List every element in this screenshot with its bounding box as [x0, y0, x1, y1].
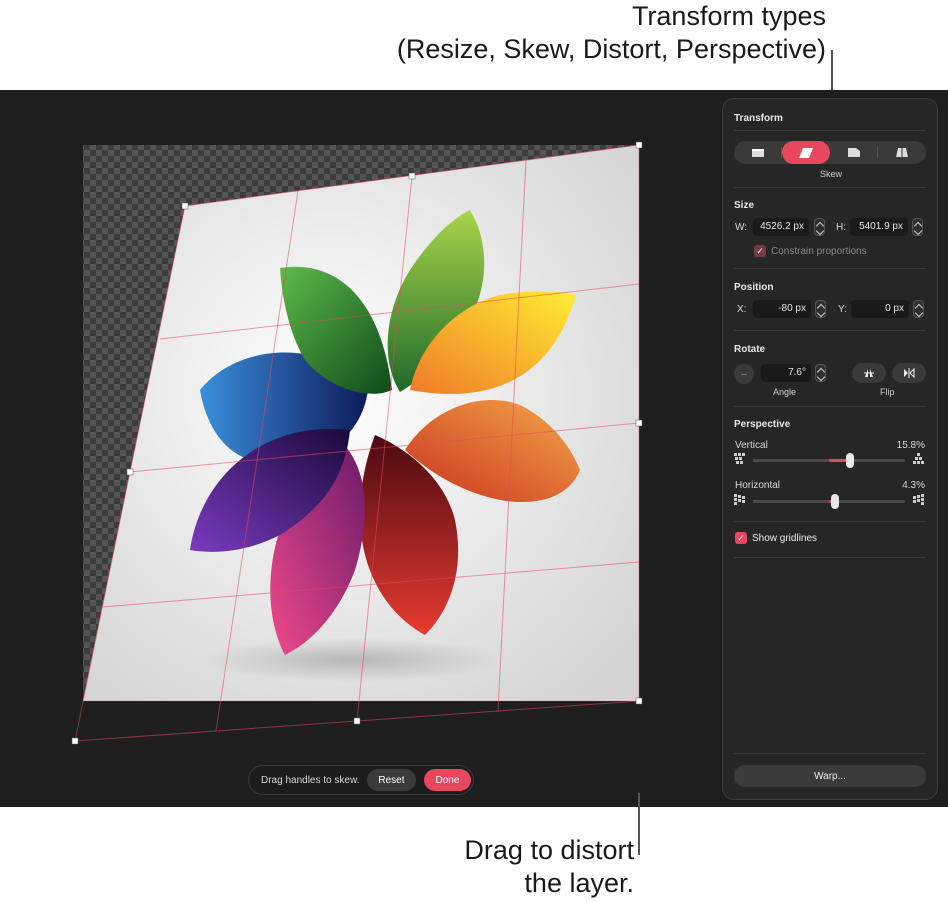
- transform-panel: Transform Skew Size W: H:: [722, 98, 938, 800]
- transform-type-segmented: [734, 141, 926, 164]
- y-label: Y:: [838, 304, 847, 315]
- vertical-perspective-max-icon: [913, 453, 924, 464]
- divider: [734, 521, 926, 522]
- y-stepper[interactable]: [913, 300, 924, 318]
- canvas-svg[interactable]: [0, 90, 720, 807]
- horizontal-label: Horizontal: [735, 480, 781, 491]
- distort-icon: [848, 148, 860, 157]
- horizontal-slider-thumb[interactable]: [830, 494, 839, 509]
- width-stepper[interactable]: [814, 218, 825, 236]
- callout-top-line2: (Resize, Skew, Distort, Perspective): [396, 34, 826, 64]
- height-label: H:: [836, 222, 846, 233]
- skew-icon: [799, 147, 813, 158]
- callout-bottom-leader: [638, 793, 640, 855]
- flip-horizontal-button[interactable]: [892, 363, 926, 383]
- show-gridlines-label: Show gridlines: [752, 533, 818, 544]
- constrain-label: Constrain proportions: [771, 246, 867, 257]
- x-label: X:: [737, 304, 747, 315]
- handle-top-left[interactable]: [181, 202, 189, 210]
- callout-drag-distort: Drag to distort the layer.: [464, 834, 634, 900]
- callout-top-line1: Transform types: [631, 1, 826, 31]
- divider: [734, 330, 926, 331]
- divider: [734, 753, 926, 754]
- handle-bottom-left[interactable]: [71, 737, 79, 745]
- angle-stepper[interactable]: [815, 364, 826, 382]
- done-button[interactable]: Done: [423, 769, 472, 791]
- perspective-section-title: Perspective: [734, 419, 791, 430]
- width-field[interactable]: [753, 218, 809, 236]
- vertical-label: Vertical: [735, 440, 768, 451]
- x-field[interactable]: [753, 300, 811, 318]
- y-field[interactable]: [851, 300, 909, 318]
- x-stepper[interactable]: [815, 300, 826, 318]
- constrain-checkbox[interactable]: ✓: [754, 245, 766, 257]
- handle-left-middle[interactable]: [126, 468, 134, 476]
- horizontal-value: 4.3%: [902, 480, 925, 491]
- rotate-section-title: Rotate: [734, 344, 766, 355]
- warp-button[interactable]: Warp...: [734, 765, 926, 787]
- width-label: W:: [735, 222, 748, 233]
- divider: [734, 130, 926, 131]
- skew-hint: Drag handles to skew.: [261, 774, 360, 786]
- flip-label: Flip: [880, 387, 895, 397]
- callout-bottom-line2: the layer.: [524, 868, 634, 898]
- panel-title: Transform: [734, 113, 783, 124]
- app-window: Drag handles to skew. Reset Done Transfo…: [0, 90, 948, 807]
- callout-bottom-line1: Drag to distort: [464, 835, 634, 865]
- flip-vertical-icon: [864, 369, 874, 377]
- angle-field[interactable]: [761, 364, 811, 382]
- size-section-title: Size: [734, 200, 755, 211]
- divider: [734, 187, 926, 188]
- resize-icon: [752, 148, 764, 157]
- handle-top-right[interactable]: [635, 141, 643, 149]
- divider: [734, 406, 926, 407]
- perspective-type-button[interactable]: [878, 141, 926, 164]
- active-type-label: Skew: [819, 169, 842, 179]
- handle-top-middle[interactable]: [408, 172, 416, 180]
- flower-shadow: [202, 638, 502, 682]
- horizontal-perspective-max-icon: [913, 494, 924, 505]
- divider: [734, 557, 926, 558]
- vertical-perspective-min-icon: [734, 453, 745, 464]
- height-field[interactable]: [850, 218, 908, 236]
- horizontal-perspective-min-icon: [734, 494, 745, 505]
- vertical-slider[interactable]: [753, 453, 905, 468]
- rotate-dial[interactable]: –: [734, 364, 754, 384]
- resize-type-button[interactable]: [734, 141, 782, 164]
- handle-bottom-middle[interactable]: [353, 717, 361, 725]
- skew-toolbar: Drag handles to skew. Reset Done: [248, 765, 474, 795]
- flip-vertical-button[interactable]: [852, 363, 886, 383]
- divider: [734, 268, 926, 269]
- rotate-dial-mark: –: [741, 368, 747, 380]
- perspective-icon: [896, 148, 908, 157]
- handle-bottom-right[interactable]: [635, 697, 643, 705]
- reset-button[interactable]: Reset: [367, 769, 416, 791]
- distort-type-button[interactable]: [830, 141, 878, 164]
- position-section-title: Position: [734, 282, 774, 293]
- vertical-slider-thumb[interactable]: [846, 453, 855, 468]
- skew-type-button[interactable]: [782, 141, 830, 164]
- angle-label: Angle: [773, 387, 797, 397]
- callout-transform-types: Transform types (Resize, Skew, Distort, …: [397, 0, 826, 66]
- horizontal-slider[interactable]: [753, 494, 905, 509]
- height-stepper[interactable]: [912, 218, 923, 236]
- canvas-area[interactable]: Drag handles to skew. Reset Done: [0, 90, 720, 807]
- vertical-value: 15.8%: [896, 440, 925, 451]
- handle-right-middle[interactable]: [635, 419, 643, 427]
- show-gridlines-checkbox[interactable]: ✓: [735, 532, 747, 544]
- flip-horizontal-icon: [904, 368, 915, 378]
